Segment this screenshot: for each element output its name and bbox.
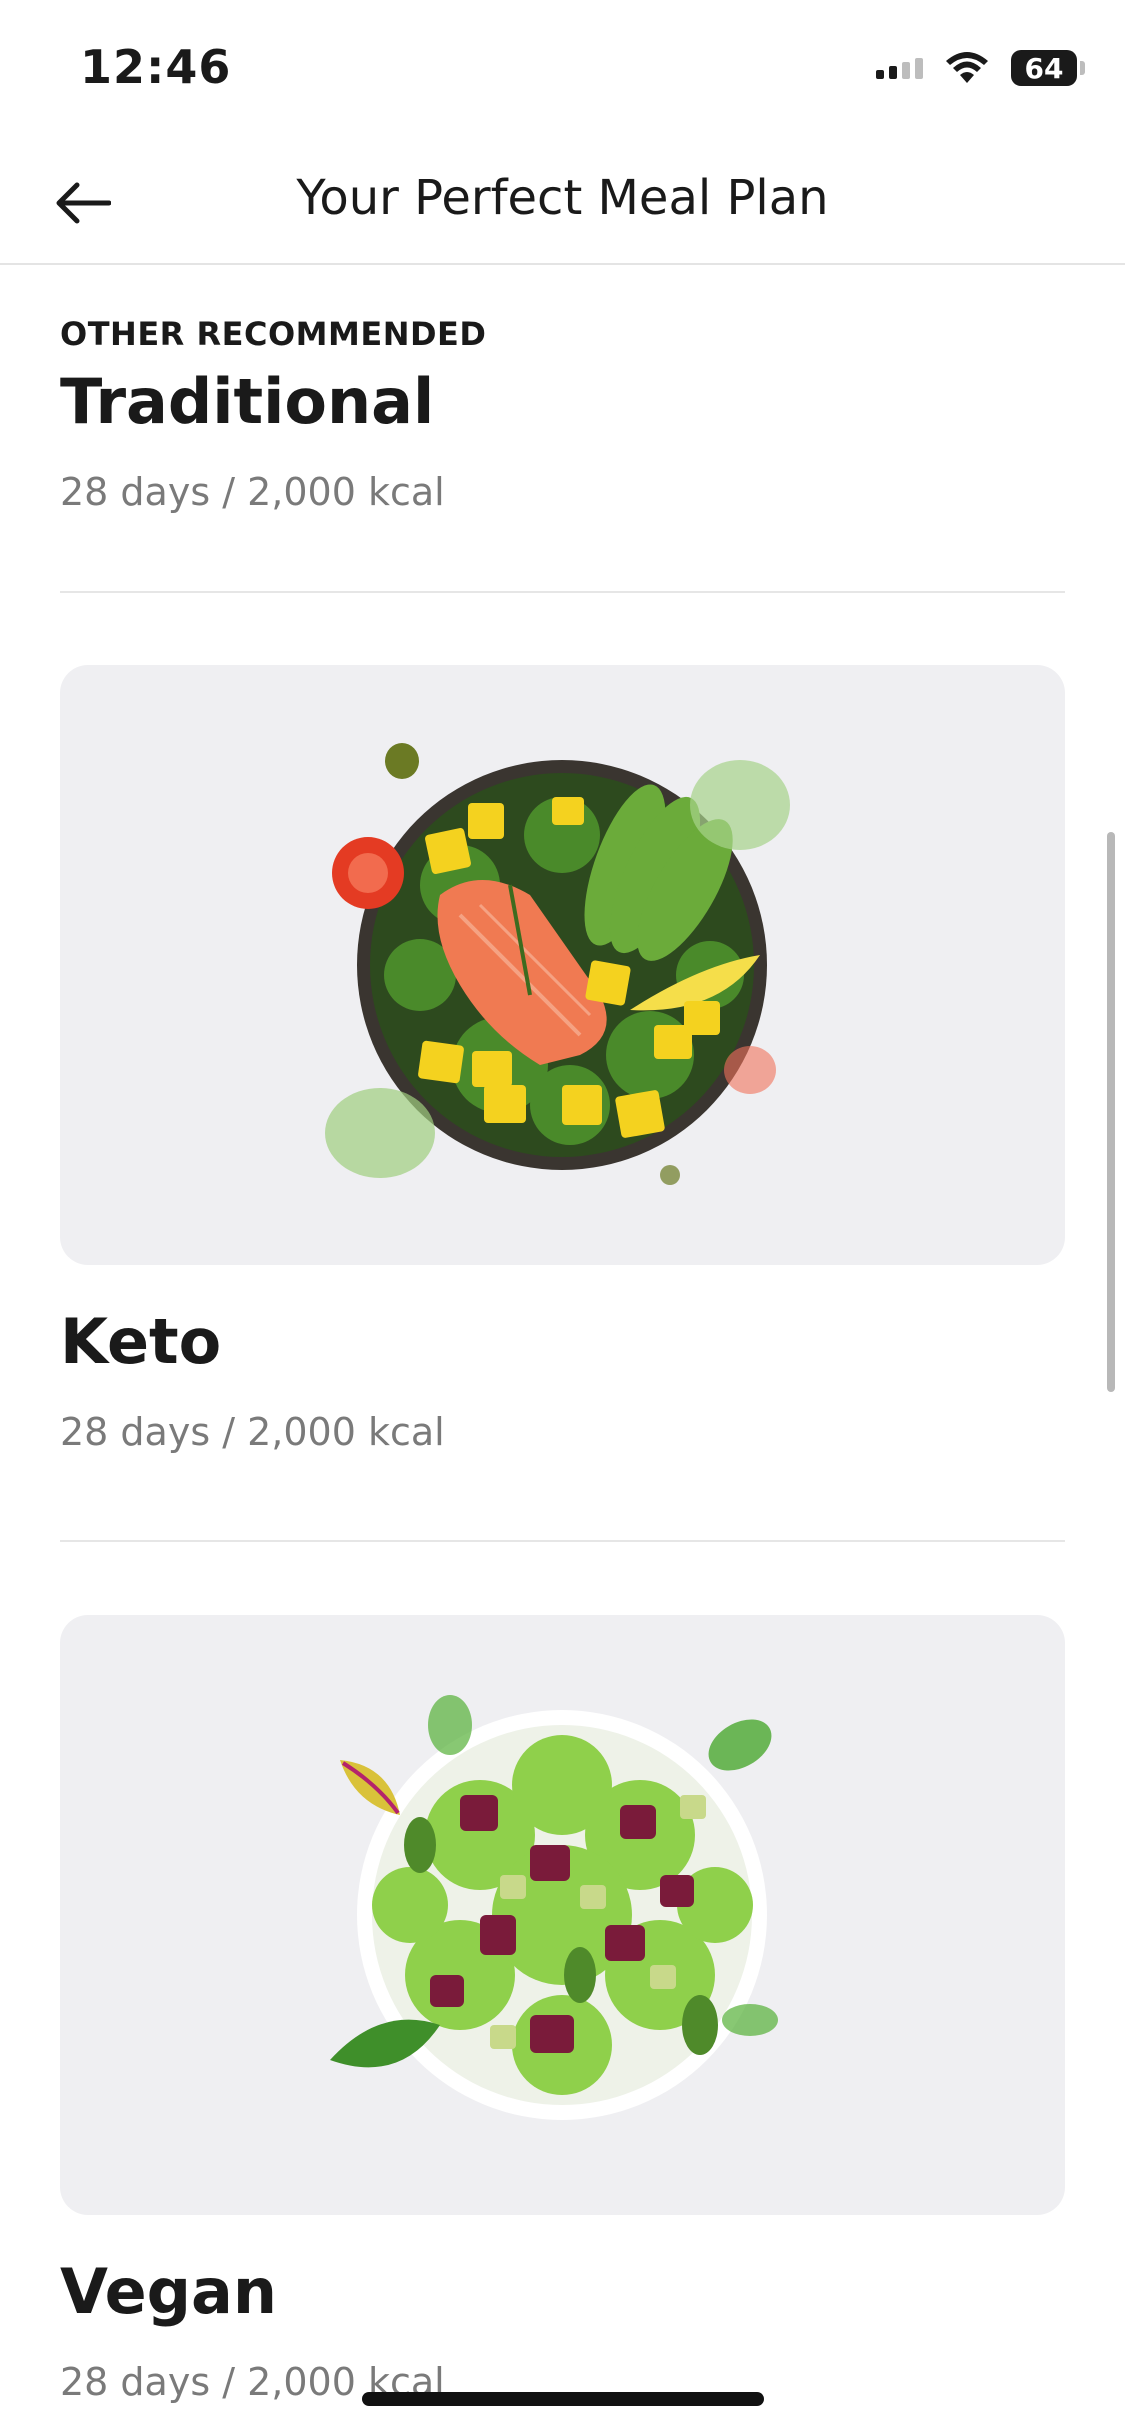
plan-name: Vegan	[60, 2255, 277, 2328]
page-title: Your Perfect Meal Plan	[296, 170, 829, 226]
meal-plan-screen: 12:46 64 Your Perfect Meal Plan OTHER RE…	[0, 0, 1125, 2436]
plan-item-vegan[interactable]: Vegan 28 days / 2,000 kcal	[0, 1615, 1125, 2436]
plan-item-traditional[interactable]: OTHER RECOMMENDED Traditional 28 days / …	[0, 265, 1125, 595]
status-time: 12:46	[80, 40, 232, 94]
status-icons: 64	[876, 48, 1085, 88]
divider	[60, 591, 1065, 593]
salmon-bowl-image	[325, 743, 790, 1185]
signal-icon	[876, 57, 923, 79]
divider	[60, 1540, 1065, 1542]
home-indicator[interactable]	[362, 2392, 764, 2406]
plan-name: Traditional	[60, 365, 435, 438]
plan-image-card	[60, 1615, 1065, 2215]
plan-subtitle: 28 days / 2,000 kcal	[60, 1410, 445, 1454]
status-bar: 12:46 64	[0, 0, 1125, 140]
nav-header: Your Perfect Meal Plan	[0, 140, 1125, 265]
wifi-icon	[946, 52, 988, 83]
plan-item-keto[interactable]: Keto 28 days / 2,000 kcal	[0, 665, 1125, 1525]
battery-level: 64	[1024, 51, 1064, 85]
section-eyebrow: OTHER RECOMMENDED	[60, 315, 487, 353]
plan-image-card	[60, 665, 1065, 1265]
plan-name: Keto	[60, 1305, 222, 1378]
scrollbar[interactable]	[1107, 832, 1115, 1392]
plan-subtitle: 28 days / 2,000 kcal	[60, 470, 445, 514]
battery-icon: 64	[1011, 50, 1085, 86]
salad-bowl-image	[330, 1695, 778, 2120]
